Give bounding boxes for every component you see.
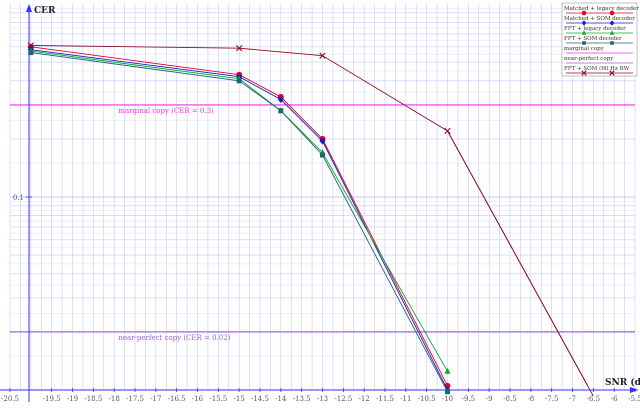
x-tick-label: -19.5	[43, 395, 61, 403]
x-tick-label: -15.5	[209, 395, 227, 403]
legend-label: FFT + legacy decoder	[564, 26, 626, 32]
legend-label: near-perfect copy	[564, 56, 614, 62]
x-tick-label: -14	[275, 395, 287, 403]
legend: Matched + legacy decoder Matched + SOM de…	[561, 2, 639, 77]
x-tick-label: -7	[569, 395, 576, 403]
x-axis-title: SNR (dB)	[605, 377, 640, 388]
data-point	[278, 108, 284, 114]
x-tick-label: -6.5	[587, 395, 601, 403]
data-point	[28, 50, 34, 56]
legend-label: Matched + legacy decoder	[564, 6, 639, 12]
x-tick-label: -6	[611, 395, 618, 403]
data-point	[236, 78, 242, 84]
x-tick-label: -17.5	[126, 395, 144, 403]
x-tick-label: -9	[486, 395, 493, 403]
x-tick-label: -9.5	[462, 395, 476, 403]
x-tick-label: -14.5	[251, 395, 269, 403]
x-tick-label: -17	[150, 395, 161, 403]
x-tick-label: -13	[317, 395, 328, 403]
x-tick-label: -8	[527, 395, 534, 403]
x-tick-label: -12.5	[334, 395, 352, 403]
reference-line-label-0: marginal copy (CER = 0.3)	[118, 107, 214, 115]
x-tick-label: -10.5	[418, 395, 436, 403]
legend-swatch-marker	[610, 41, 614, 45]
cer-vs-snr-chart: marginal copy (CER = 0.3) near-perfect co…	[0, 0, 640, 420]
x-tick-label: -12	[359, 395, 370, 403]
data-point	[320, 152, 325, 158]
x-tick-label: -5.5	[628, 395, 640, 403]
plot-background	[0, 0, 640, 420]
legend-swatch-marker	[609, 10, 615, 16]
x-tick-label: -15	[234, 395, 245, 403]
data-point	[445, 389, 450, 395]
y-axis-title: CER	[34, 6, 56, 16]
legend-label: Matched + SOM decoder	[564, 16, 635, 22]
x-tick-label: -7.5	[545, 395, 559, 403]
legend-swatch-marker	[581, 10, 587, 16]
legend-label: FFT + SOM decoder	[564, 36, 622, 42]
legend-label: FFT + SOM (fill Hz BW	[564, 65, 630, 72]
x-tick-label: -16.5	[168, 395, 186, 403]
x-tick-label: -11.5	[376, 395, 394, 403]
legend-label: marginal copy	[564, 46, 605, 52]
x-tick-label: -11	[400, 395, 411, 403]
x-tick-label: -18.5	[84, 395, 102, 403]
legend-swatch-marker	[582, 41, 586, 45]
y-tick-label: 0.1	[13, 194, 24, 202]
x-tick-label: -13.5	[293, 395, 311, 403]
reference-line-label-1: near-perfect copy (CER = 0.02)	[118, 334, 230, 342]
chart-root: marginal copy (CER = 0.3) near-perfect co…	[0, 0, 640, 420]
x-tick-label: -8.5	[503, 395, 517, 403]
x-tick-label: -10	[442, 395, 453, 403]
x-tick-label: -20.5	[1, 395, 19, 403]
x-tick-label: -19	[67, 395, 78, 403]
x-tick-label: -16	[192, 395, 204, 403]
x-tick-label: -18	[109, 395, 120, 403]
